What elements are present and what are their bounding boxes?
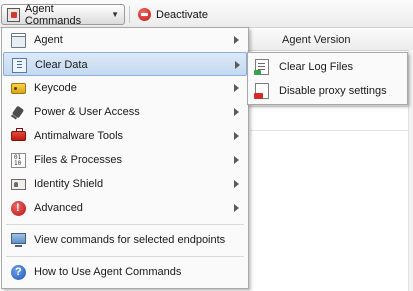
log-file-icon [254, 59, 269, 75]
menu-item-label: Advanced [34, 202, 83, 214]
window-icon [11, 33, 26, 48]
menu-item-keycode[interactable]: Keycode [3, 76, 247, 100]
menu-item-identity-shield[interactable]: Identity Shield [3, 172, 247, 196]
submenu-arrow-icon [234, 132, 239, 140]
key-icon [11, 83, 26, 94]
stop-icon [138, 8, 151, 21]
submenu-item-label: Clear Log Files [279, 61, 353, 73]
submenu-arrow-icon [234, 84, 239, 92]
toolbar-separator [129, 6, 130, 23]
grid-scroll-edge [408, 50, 413, 291]
menu-item-view-commands[interactable]: View commands for selected endpoints [3, 228, 247, 252]
submenu-arrow-icon [234, 108, 239, 116]
menu-item-how-to-use[interactable]: How to Use Agent Commands [3, 260, 247, 284]
agent-commands-label: Agent Commands [24, 2, 82, 27]
agent-commands-icon [7, 7, 20, 22]
menu-item-agent[interactable]: Agent [3, 28, 247, 52]
menu-item-clear-data[interactable]: Clear Data [3, 52, 247, 76]
grid-row-divider [250, 130, 413, 131]
binary-file-icon [11, 153, 26, 168]
help-icon [11, 265, 26, 280]
plug-icon [11, 105, 26, 120]
submenu-item-label: Disable proxy settings [279, 85, 387, 97]
menu-item-files-processes[interactable]: Files & Processes [3, 148, 247, 172]
menu-item-power-user-access[interactable]: Power & User Access [3, 100, 247, 124]
chevron-down-icon: ▼ [111, 10, 119, 19]
menu-item-label: Files & Processes [34, 154, 123, 166]
menu-item-antimalware-tools[interactable]: Antimalware Tools [3, 124, 247, 148]
submenu-arrow-icon [234, 36, 239, 44]
menu-item-advanced[interactable]: Advanced [3, 196, 247, 220]
menu-item-label: Keycode [34, 82, 77, 94]
id-card-icon [11, 179, 26, 190]
toolbox-icon [11, 128, 26, 141]
menu-item-label: Agent [34, 34, 63, 46]
menu-item-label: Power & User Access [34, 106, 140, 118]
column-header-agent-version[interactable]: Agent Version [248, 29, 413, 51]
deactivate-label: Deactivate [156, 8, 208, 21]
proxy-settings-icon [254, 83, 269, 99]
submenu-arrow-icon [234, 204, 239, 212]
grid-row-divider [250, 106, 413, 107]
submenu-item-disable-proxy[interactable]: Disable proxy settings [249, 79, 406, 103]
clear-data-icon [12, 58, 27, 73]
submenu-arrow-icon [234, 156, 239, 164]
column-header-label: Agent Version [282, 34, 351, 46]
menu-divider [6, 224, 244, 225]
agent-commands-menu: Agent Clear Data Keycode Power & User Ac… [1, 27, 249, 289]
submenu-item-clear-log-files[interactable]: Clear Log Files [249, 55, 406, 79]
submenu-arrow-icon [234, 180, 239, 188]
menu-item-label: Identity Shield [34, 178, 104, 190]
menu-item-label: How to Use Agent Commands [34, 266, 182, 278]
submenu-arrow-icon [235, 61, 240, 69]
deactivate-button[interactable]: Deactivate [133, 4, 223, 25]
agent-commands-button[interactable]: Agent Commands ▼ [1, 2, 125, 27]
menu-item-label: View commands for selected endpoints [34, 234, 226, 246]
toolbar: Agent Commands ▼ Deactivate [0, 0, 413, 28]
warning-icon [11, 201, 26, 216]
menu-divider [6, 256, 244, 257]
menu-item-label: Clear Data [35, 59, 88, 71]
menu-item-label: Antimalware Tools [34, 130, 124, 142]
monitor-icon [11, 233, 26, 247]
clear-data-submenu: Clear Log Files Disable proxy settings [247, 52, 408, 105]
